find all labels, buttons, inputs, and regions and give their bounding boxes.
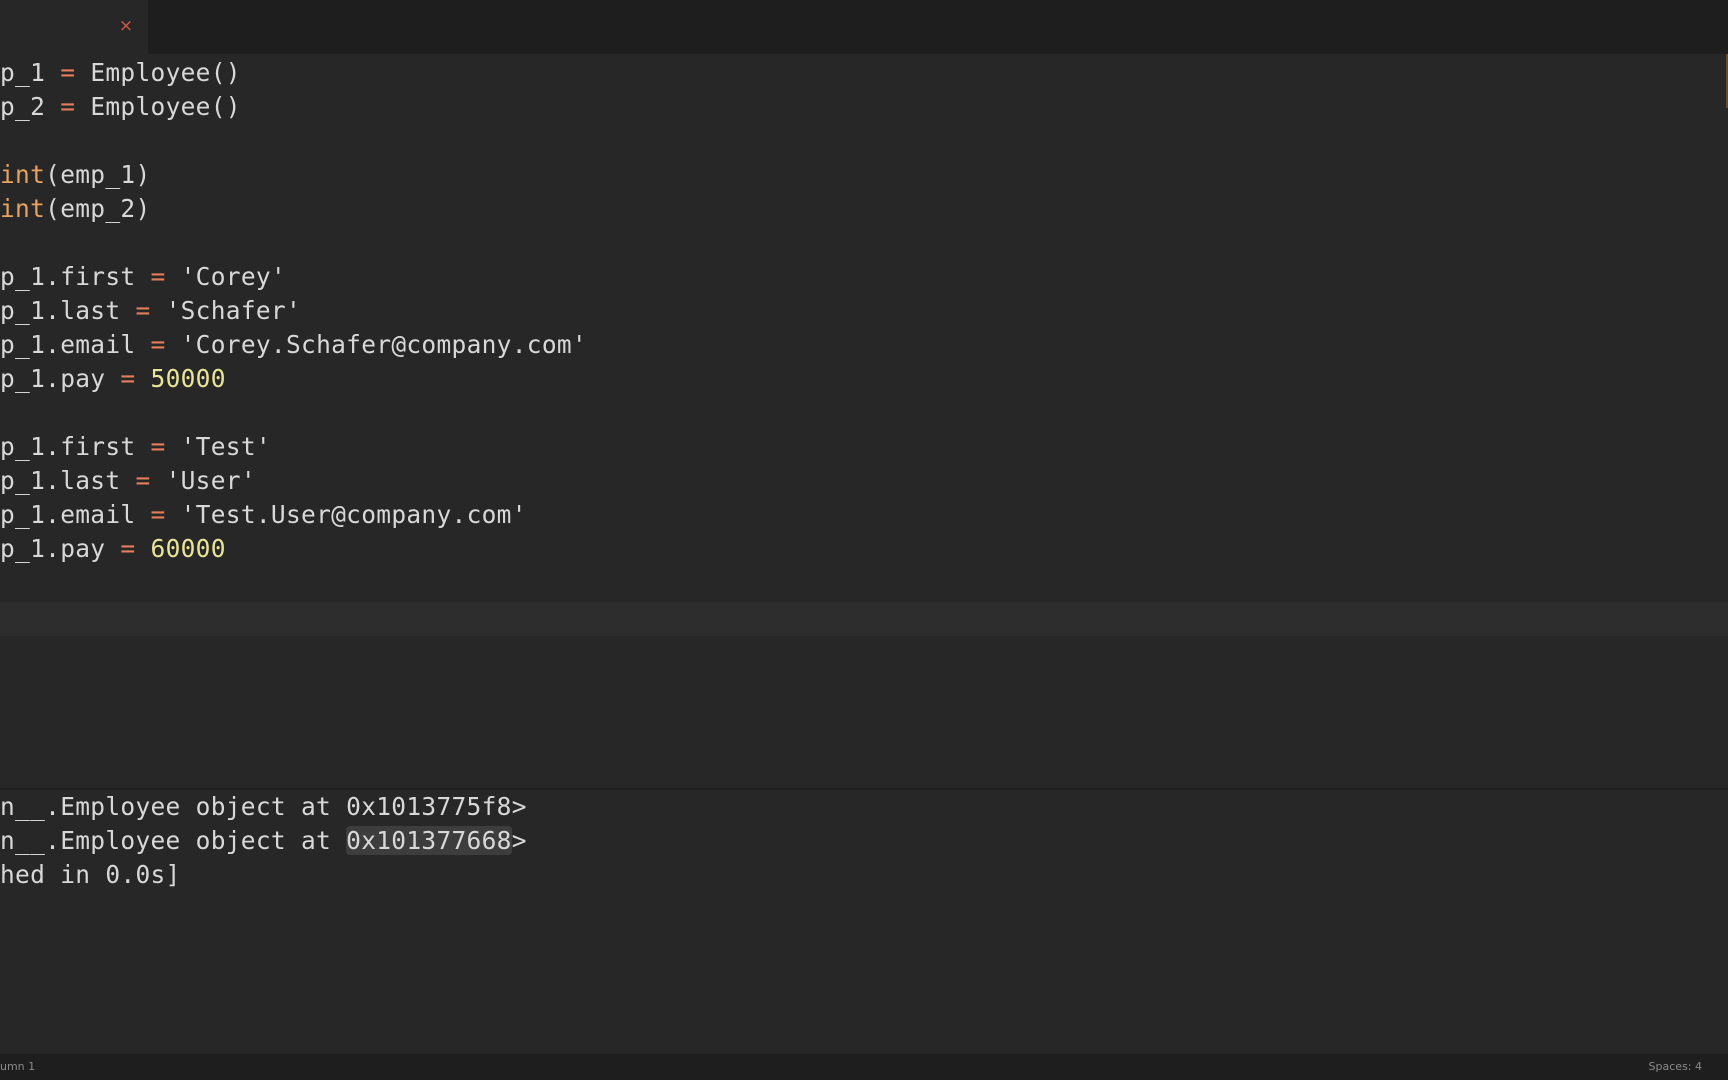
code-token: 'Schafer' (150, 296, 302, 325)
code-token: p_1.first (0, 432, 151, 461)
code-token: (emp_2) (45, 194, 151, 223)
code-token: p_1.email (0, 330, 151, 359)
code-token: p_1.email (0, 500, 151, 529)
output-line: n__.Employee object at 0x1013775f8> (0, 792, 527, 821)
code-token: 'Corey.Schafer@company.com' (165, 330, 587, 359)
code-token: p_1 (0, 58, 61, 87)
code-token: 60000 (135, 534, 226, 563)
code-line: int(emp_2) (0, 192, 151, 226)
code-token: = (120, 364, 136, 393)
code-token: = (135, 296, 151, 325)
panel-separator (0, 602, 1728, 636)
code-line: p_1.pay = 60000 (0, 532, 226, 566)
status-bar: umn 1 Spaces: 4 (0, 1054, 1728, 1080)
output-line: n__.Employee object at 0x101377668> (0, 824, 527, 858)
output-text: > (511, 826, 527, 855)
indentation-setting[interactable]: Spaces: 4 (1649, 1054, 1702, 1080)
code-token: Employee() (75, 92, 241, 121)
code-token: 'User' (150, 466, 256, 495)
code-token: = (60, 92, 76, 121)
code-line: p_1.last = 'User' (0, 464, 256, 498)
code-token: 'Test' (165, 432, 271, 461)
code-token: = (120, 534, 136, 563)
code-line: p_1 = Employee() (0, 56, 241, 90)
cursor-position: umn 1 (0, 1060, 36, 1073)
output-line: hed in 0.0s] (0, 860, 181, 889)
close-icon[interactable]: × (114, 14, 138, 38)
code-token: = (150, 500, 166, 529)
code-token: = (150, 432, 166, 461)
code-token: 'Test.User@company.com' (165, 500, 527, 529)
code-line: p_1.first = 'Test' (0, 430, 271, 464)
code-line: p_1.email = 'Test.User@company.com' (0, 498, 527, 532)
code-line: p_2 = Employee() (0, 90, 241, 124)
code-token: 50000 (135, 364, 226, 393)
code-line: int(emp_1) (0, 158, 151, 192)
selected-text: 0x101377668 (346, 826, 512, 855)
output-panel[interactable]: n__.Employee object at 0x1013775f8> n__.… (0, 636, 1728, 1054)
code-line: p_1.last = 'Schafer' (0, 294, 301, 328)
code-token: Employee() (75, 58, 241, 87)
code-token: p_1.pay (0, 364, 121, 393)
code-token: int (0, 194, 46, 223)
code-line: p_1.pay = 50000 (0, 362, 226, 396)
code-token: = (60, 58, 76, 87)
code-token: 'Corey' (165, 262, 286, 291)
code-line: p_1.first = 'Corey' (0, 260, 286, 294)
code-token: p_1.last (0, 296, 136, 325)
code-token: = (150, 262, 166, 291)
code-token: int (0, 160, 46, 189)
code-token: p_2 (0, 92, 61, 121)
tab-bar: × (0, 0, 1728, 54)
code-editor[interactable]: p_1 = Employee() p_2 = Employee() int(emp_… (0, 54, 1728, 602)
code-token: = (150, 330, 166, 359)
code-token: p_1.first (0, 262, 151, 291)
code-token: = (135, 466, 151, 495)
output-text: n__.Employee object at (0, 826, 347, 855)
code-token: (emp_1) (45, 160, 151, 189)
tab-active[interactable]: × (0, 0, 148, 54)
code-token: p_1.pay (0, 534, 121, 563)
code-token: p_1.last (0, 466, 136, 495)
code-line: p_1.email = 'Corey.Schafer@company.com' (0, 328, 587, 362)
